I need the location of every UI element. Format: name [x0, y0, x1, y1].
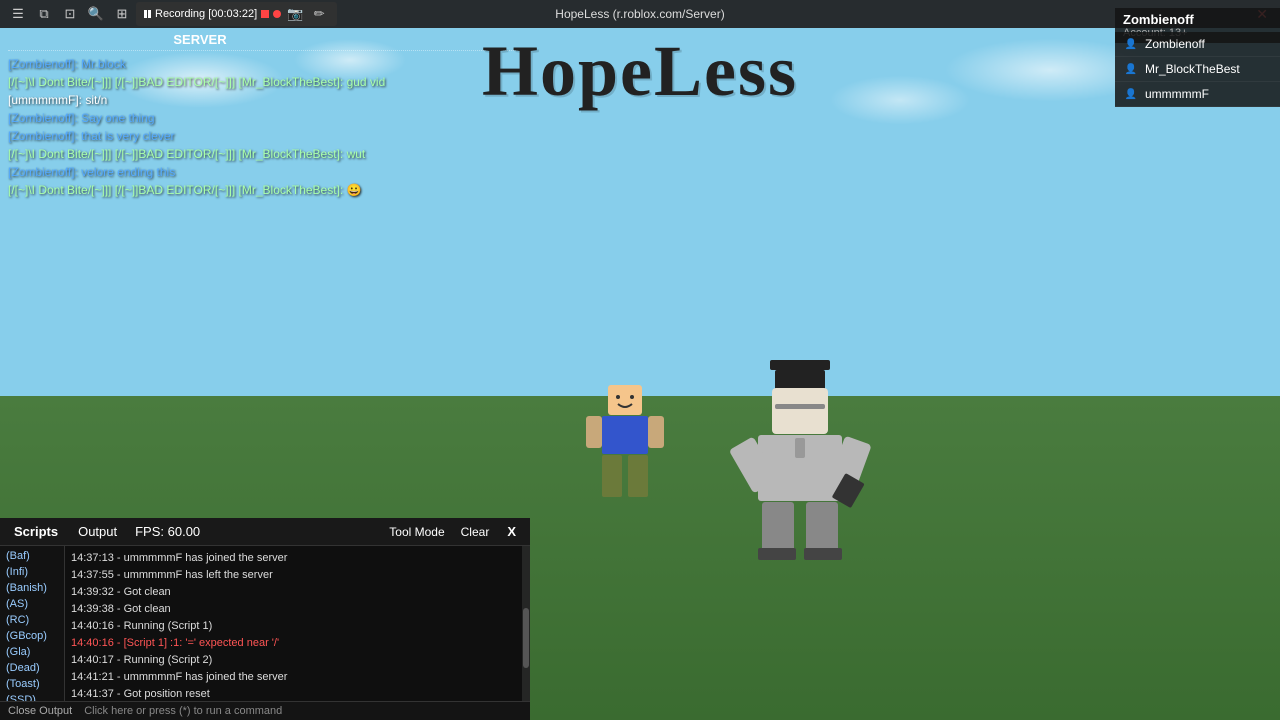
- title-bar: ☰ ⧉ ⊡ 🔍 ⊞ Recording [00:03:22] 📷 ✏ HopeL…: [0, 0, 1280, 28]
- shrink-icon[interactable]: ⊡: [60, 4, 80, 24]
- account-name: Zombienoff: [1123, 12, 1272, 27]
- chat-line: [Zombienoff]: Mr.block: [8, 55, 528, 73]
- new-window-icon[interactable]: ⧉: [34, 4, 54, 24]
- player-icon: 👤: [1123, 36, 1139, 52]
- script-item[interactable]: (Baf): [0, 548, 64, 564]
- log-entry: 14:40:16 - [Script 1] :1: '=' expected n…: [71, 635, 516, 652]
- game-title: HopeLess: [482, 30, 798, 113]
- chat-line: [/[~]\I Dont Bite/[~]]] [/[~]]BAD EDITOR…: [8, 145, 528, 163]
- log-entry: 14:40:16 - Running (Script 1): [71, 618, 516, 635]
- scripts-list[interactable]: (Baf)(Infi)(Banish)(AS)(RC)(GBcop)(Gla)(…: [0, 546, 65, 701]
- log-entry: 14:41:21 - ummmmmF has joined the server: [71, 669, 516, 686]
- script-item[interactable]: (Toast): [0, 676, 64, 692]
- scripts-tab[interactable]: Scripts: [8, 522, 64, 541]
- title-text: HopeLess (r.roblox.com/Server): [555, 7, 724, 21]
- character-small-svg: [580, 380, 670, 520]
- output-scrollbar[interactable]: [522, 546, 530, 701]
- fps-label: FPS: 60.00: [135, 524, 200, 539]
- title-bar-title: HopeLess (r.roblox.com/Server): [555, 7, 724, 21]
- chat-line: [Zombienoff]: Say one thing: [8, 109, 528, 127]
- log-entry: 14:37:13 - ummmmmF has joined the server: [71, 550, 516, 567]
- script-item[interactable]: (SSD): [0, 692, 64, 701]
- player-item[interactable]: 👤 Zombienoff: [1115, 32, 1280, 57]
- chat-lines: [Zombienoff]: Mr.block[/[~]\I Dont Bite/…: [8, 55, 528, 199]
- chat-divider: [8, 50, 528, 51]
- chat-line: [ummmmmF]: sit/n: [8, 91, 528, 109]
- title-bar-icons: ☰ ⧉ ⊡ 🔍 ⊞: [8, 4, 132, 24]
- log-entry: 14:39:32 - Got clean: [71, 584, 516, 601]
- recording-badge: Recording [00:03:22] 📷 ✏: [136, 2, 337, 26]
- clear-button[interactable]: Clear: [457, 523, 494, 541]
- character-small: [580, 380, 670, 520]
- script-item[interactable]: (GBcop): [0, 628, 64, 644]
- log-entry: 14:39:38 - Got clean: [71, 601, 516, 618]
- player-icon: 👤: [1123, 61, 1139, 77]
- player-name: ummmmmF: [1145, 87, 1209, 101]
- record-icon[interactable]: [273, 10, 281, 18]
- log-entry: 14:41:37 - Got position reset: [71, 686, 516, 701]
- chat-line: [/[~]\I Dont Bite/[~]]] [/[~]]BAD EDITOR…: [8, 181, 528, 199]
- log-entry: 14:37:55 - ummmmmF has left the server: [71, 567, 516, 584]
- script-item[interactable]: (AS): [0, 596, 64, 612]
- script-item[interactable]: (Dead): [0, 660, 64, 676]
- script-item[interactable]: (Infi): [0, 564, 64, 580]
- chat-line: [Zombienoff]: that is very clever: [8, 127, 528, 145]
- player-name: Mr_BlockTheBest: [1145, 62, 1240, 76]
- edit-icon[interactable]: ✏: [309, 4, 329, 24]
- player-list: 👤 Zombienoff 👤 Mr_BlockTheBest 👤 ummmmmF: [1115, 32, 1280, 107]
- screen-icon[interactable]: ⊞: [112, 4, 132, 24]
- chat-line: [Zombienoff]: velore ending this: [8, 163, 528, 181]
- bottom-panel: Scripts Output FPS: 60.00 Tool Mode Clea…: [0, 518, 530, 720]
- log-entry: 14:40:17 - Running (Script 2): [71, 652, 516, 669]
- recording-label: Recording [00:03:22]: [155, 8, 257, 20]
- player-icon: 👤: [1123, 86, 1139, 102]
- script-item[interactable]: (Gla): [0, 644, 64, 660]
- character-large-svg: [720, 360, 880, 560]
- scrollbar-thumb[interactable]: [523, 608, 529, 668]
- tool-mode-button[interactable]: Tool Mode: [385, 523, 448, 541]
- close-panel-button[interactable]: X: [501, 522, 522, 541]
- output-tab[interactable]: Output: [72, 522, 123, 541]
- close-output-button[interactable]: Close Output: [8, 705, 72, 717]
- script-item[interactable]: (RC): [0, 612, 64, 628]
- player-item[interactable]: 👤 Mr_BlockTheBest: [1115, 57, 1280, 82]
- status-bar: Close Output Click here or press (*) to …: [0, 701, 530, 720]
- chat-line: [/[~]\I Dont Bite/[~]]] [/[~]]BAD EDITOR…: [8, 73, 528, 91]
- menu-icon[interactable]: ☰: [8, 4, 28, 24]
- server-label: SERVER: [100, 32, 300, 47]
- output-log[interactable]: 14:37:13 - ummmmmF has joined the server…: [65, 546, 522, 701]
- pause-icon: [144, 10, 151, 18]
- stop-icon[interactable]: [261, 10, 269, 18]
- player-item[interactable]: 👤 ummmmmF: [1115, 82, 1280, 107]
- panel-content: (Baf)(Infi)(Banish)(AS)(RC)(GBcop)(Gla)(…: [0, 546, 530, 701]
- command-hint[interactable]: Click here or press (*) to run a command: [84, 705, 282, 717]
- player-name: Zombienoff: [1145, 37, 1205, 51]
- search-icon[interactable]: 🔍: [86, 4, 106, 24]
- chat-area: [Zombienoff]: Mr.block[/[~]\I Dont Bite/…: [8, 50, 528, 199]
- script-item[interactable]: (Banish): [0, 580, 64, 596]
- character-large: [720, 360, 880, 560]
- panel-toolbar: Scripts Output FPS: 60.00 Tool Mode Clea…: [0, 518, 530, 546]
- camera-icon[interactable]: 📷: [285, 4, 305, 24]
